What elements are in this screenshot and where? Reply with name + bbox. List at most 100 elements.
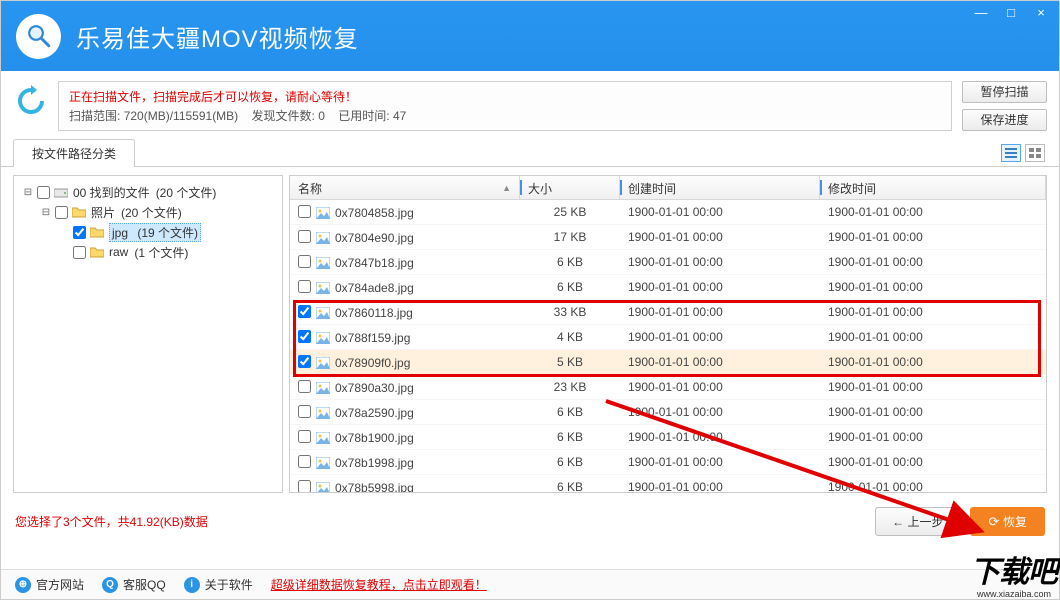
sort-asc-icon: ▲: [502, 183, 511, 193]
file-size: 33 KB: [520, 305, 620, 319]
about-link[interactable]: i 关于软件: [184, 576, 253, 593]
minimize-button[interactable]: —: [966, 1, 996, 23]
row-checkbox[interactable]: [298, 205, 311, 218]
file-size: 4 KB: [520, 330, 620, 344]
table-row[interactable]: 0x7804e90.jpg17 KB1900-01-01 00:001900-0…: [290, 225, 1046, 250]
row-checkbox[interactable]: [298, 430, 311, 443]
expand-icon[interactable]: ⊟: [22, 187, 34, 198]
row-checkbox[interactable]: [298, 255, 311, 268]
file-created: 1900-01-01 00:00: [620, 230, 820, 244]
tree-photos[interactable]: ⊟ 照片 (20 个文件): [18, 202, 278, 222]
pause-scan-button[interactable]: 暂停扫描: [962, 81, 1047, 103]
tree-pane[interactable]: ⊟ 00 找到的文件 (20 个文件) ⊟ 照片 (20 个文件) jpg (1…: [13, 175, 283, 493]
file-size: 17 KB: [520, 230, 620, 244]
file-modified: 1900-01-01 00:00: [820, 280, 1046, 294]
tree-root-label: 00 找到的文件: [73, 184, 150, 201]
drive-icon: [53, 185, 69, 199]
file-modified: 1900-01-01 00:00: [820, 230, 1046, 244]
table-row[interactable]: 0x7890a30.jpg23 KB1900-01-01 00:001900-0…: [290, 375, 1046, 400]
table-row[interactable]: 0x78b1900.jpg6 KB1900-01-01 00:001900-01…: [290, 425, 1046, 450]
maximize-button[interactable]: □: [996, 1, 1026, 23]
col-size[interactable]: 大小: [520, 176, 620, 199]
tree-jpg-checkbox[interactable]: [73, 226, 86, 239]
row-checkbox[interactable]: [298, 455, 311, 468]
tree-jpg-label: jpg: [112, 226, 128, 240]
image-file-icon: [315, 356, 331, 370]
range-value: 720(MB)/115591(MB): [124, 109, 239, 123]
view-toggles: [1001, 144, 1045, 162]
file-size: 6 KB: [520, 280, 620, 294]
file-name: 0x7804858.jpg: [335, 206, 414, 220]
image-file-icon: [315, 431, 331, 445]
close-button[interactable]: ×: [1026, 1, 1056, 23]
tree-raw-label: raw: [109, 245, 128, 259]
tab-row: 按文件路径分类: [1, 137, 1059, 167]
qq-support-link[interactable]: Q 客服QQ: [102, 576, 166, 593]
file-name: 0x788f159.jpg: [335, 331, 410, 345]
recover-button[interactable]: ⟳ 恢复: [970, 507, 1045, 536]
official-site-link[interactable]: ⊕ 官方网站: [15, 576, 84, 593]
row-checkbox[interactable]: [298, 330, 311, 343]
row-checkbox[interactable]: [298, 380, 311, 393]
file-created: 1900-01-01 00:00: [620, 355, 820, 369]
table-row[interactable]: 0x784ade8.jpg6 KB1900-01-01 00:001900-01…: [290, 275, 1046, 300]
row-checkbox[interactable]: [298, 355, 311, 368]
tree-root-checkbox[interactable]: [37, 186, 50, 199]
table-row[interactable]: 0x7860118.jpg33 KB1900-01-01 00:001900-0…: [290, 300, 1046, 325]
file-size: 6 KB: [520, 430, 620, 444]
file-created: 1900-01-01 00:00: [620, 480, 820, 492]
list-header: 名称▲ 大小 创建时间 修改时间: [290, 176, 1046, 200]
tree-raw-checkbox[interactable]: [73, 246, 86, 259]
file-created: 1900-01-01 00:00: [620, 305, 820, 319]
image-file-icon: [315, 331, 331, 345]
expand-icon[interactable]: ⊟: [40, 207, 52, 218]
scan-status-text: 正在扫描文件，扫描完成后才可以恢复，请耐心等待！: [69, 88, 941, 105]
image-file-icon: [315, 481, 331, 492]
tab-by-path[interactable]: 按文件路径分类: [13, 139, 135, 167]
tree-root[interactable]: ⊟ 00 找到的文件 (20 个文件): [18, 182, 278, 202]
file-created: 1900-01-01 00:00: [620, 405, 820, 419]
file-name: 0x78a2590.jpg: [335, 406, 414, 420]
table-row[interactable]: 0x78b5998.jpg6 KB1900-01-01 00:001900-01…: [290, 475, 1046, 492]
table-row[interactable]: 0x78909f0.jpg5 KB1900-01-01 00:001900-01…: [290, 350, 1046, 375]
col-modified[interactable]: 修改时间: [820, 176, 1046, 199]
file-created: 1900-01-01 00:00: [620, 205, 820, 219]
image-file-icon: [315, 381, 331, 395]
file-modified: 1900-01-01 00:00: [820, 205, 1046, 219]
table-row[interactable]: 0x7847b18.jpg6 KB1900-01-01 00:001900-01…: [290, 250, 1046, 275]
tree-raw[interactable]: raw (1 个文件): [18, 242, 278, 262]
table-row[interactable]: 0x78b1998.jpg6 KB1900-01-01 00:001900-01…: [290, 450, 1046, 475]
table-row[interactable]: 0x78a2590.jpg6 KB1900-01-01 00:001900-01…: [290, 400, 1046, 425]
list-body[interactable]: 0x7804858.jpg25 KB1900-01-01 00:001900-0…: [290, 200, 1046, 492]
tree-jpg[interactable]: jpg (19 个文件): [18, 222, 278, 242]
row-checkbox[interactable]: [298, 230, 311, 243]
row-checkbox[interactable]: [298, 405, 311, 418]
tree-photos-count: (20 个文件): [121, 204, 182, 221]
tree-photos-checkbox[interactable]: [55, 206, 68, 219]
table-row[interactable]: 0x788f159.jpg4 KB1900-01-01 00:001900-01…: [290, 325, 1046, 350]
file-size: 6 KB: [520, 405, 620, 419]
image-file-icon: [315, 406, 331, 420]
save-progress-button[interactable]: 保存进度: [962, 109, 1047, 131]
view-grid-button[interactable]: [1025, 144, 1045, 162]
row-checkbox[interactable]: [298, 305, 311, 318]
tutorial-link[interactable]: 超级详细数据恢复教程，点击立即观看！: [271, 576, 487, 593]
folder-icon: [89, 225, 105, 239]
file-modified: 1900-01-01 00:00: [820, 430, 1046, 444]
image-file-icon: [315, 306, 331, 320]
file-modified: 1900-01-01 00:00: [820, 405, 1046, 419]
file-created: 1900-01-01 00:00: [620, 255, 820, 269]
file-created: 1900-01-01 00:00: [620, 330, 820, 344]
folder-icon: [89, 245, 105, 259]
col-name[interactable]: 名称▲: [290, 176, 520, 199]
body-row: ⊟ 00 找到的文件 (20 个文件) ⊟ 照片 (20 个文件) jpg (1…: [1, 167, 1059, 497]
view-list-button[interactable]: [1001, 144, 1021, 162]
file-name: 0x784ade8.jpg: [335, 281, 414, 295]
row-checkbox[interactable]: [298, 480, 311, 492]
prev-step-button[interactable]: ← 上一步: [875, 507, 960, 536]
table-row[interactable]: 0x7804858.jpg25 KB1900-01-01 00:001900-0…: [290, 200, 1046, 225]
col-created[interactable]: 创建时间: [620, 176, 820, 199]
tree-jpg-selected: jpg (19 个文件): [109, 223, 201, 242]
row-checkbox[interactable]: [298, 280, 311, 293]
file-modified: 1900-01-01 00:00: [820, 330, 1046, 344]
